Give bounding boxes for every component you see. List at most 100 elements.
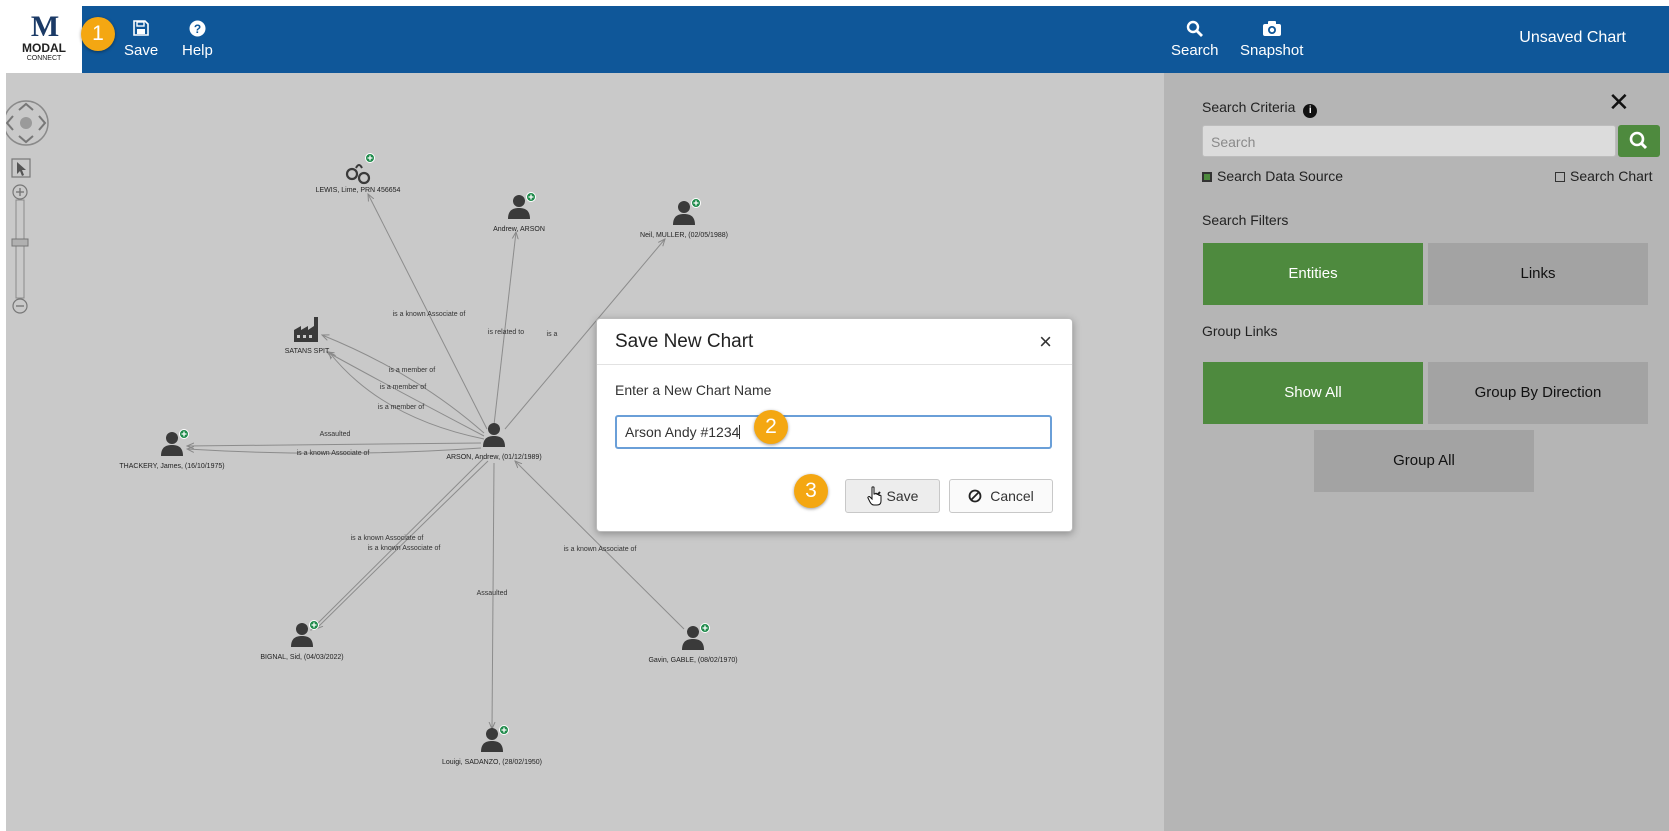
node-label: ARSON, Andrew, (01/12/1989) <box>446 454 541 461</box>
link-label: is a member of <box>389 367 435 374</box>
search-chart-label: Search Chart <box>1570 168 1653 184</box>
expand-plus-icon[interactable] <box>309 620 319 630</box>
search-toolbar-label: Search <box>1171 42 1219 59</box>
link-label: is a known Associate of <box>351 535 424 542</box>
search-toolbar-button[interactable]: Search <box>1171 20 1219 59</box>
node-andrew[interactable]: Andrew, ARSON <box>493 192 545 234</box>
link-label: is a <box>547 331 558 338</box>
snapshot-label: Snapshot <box>1240 42 1304 59</box>
search-icon <box>1629 131 1648 150</box>
expand-plus-icon[interactable] <box>365 153 375 163</box>
node-label: Neil, MULLER, (02/05/1988) <box>640 232 728 239</box>
link-label: is a member of <box>380 384 426 391</box>
zoom-out-button[interactable] <box>12 298 28 314</box>
dialog-divider <box>597 364 1072 365</box>
dialog-title: Save New Chart <box>615 331 754 352</box>
search-chart-option[interactable]: Search Chart <box>1555 168 1652 184</box>
link-label: is a known Associate of <box>368 545 441 552</box>
node-label: LEWIS, Lime, PRN 456654 <box>316 187 401 194</box>
expand-plus-icon[interactable] <box>526 192 536 202</box>
help-button[interactable]: ? Help <box>182 20 213 59</box>
node-louigi[interactable]: Louigi, SADANZO, (28/02/1950) <box>442 725 542 767</box>
node-arson[interactable]: ARSON, Andrew, (01/12/1989) <box>446 423 542 461</box>
node-label: Gavin, GABLE, (08/02/1970) <box>648 657 737 664</box>
link-label: is a known Associate of <box>297 450 370 457</box>
link-arson-thackery[interactable] <box>187 443 482 446</box>
link-arson-bignal[interactable] <box>311 457 485 630</box>
save-toolbar-button[interactable]: Save <box>124 20 158 59</box>
link-label: is related to <box>488 329 524 336</box>
search-criteria-label: Search Criteria <box>1202 99 1296 115</box>
modal-connect-logo: M MODAL CONNECT <box>6 6 82 73</box>
group-links-label: Group Links <box>1202 323 1278 339</box>
ban-icon <box>968 482 982 514</box>
select-tool-button[interactable] <box>11 158 31 178</box>
camera-icon <box>1240 20 1303 42</box>
node-bignal[interactable]: BIGNAL, Sid, (04/03/2022) <box>260 620 344 662</box>
group-all-button[interactable]: Group All <box>1314 430 1534 492</box>
expand-plus-icon[interactable] <box>179 429 189 439</box>
search-criteria-heading: Search Criteria i <box>1202 99 1318 118</box>
search-submit-button[interactable] <box>1618 125 1660 157</box>
expand-plus-icon[interactable] <box>700 623 710 633</box>
expand-plus-icon[interactable] <box>499 725 509 735</box>
expand-plus-icon[interactable] <box>691 198 701 208</box>
hand-pointer-icon <box>867 486 883 511</box>
floppy-disk-icon <box>124 20 158 42</box>
node-label: SATANS SPIT <box>285 348 330 355</box>
close-panel-icon[interactable]: ✕ <box>1608 89 1630 115</box>
entities-filter-button[interactable]: Entities <box>1203 243 1423 305</box>
handcuffs-icon <box>345 164 371 185</box>
chart-name-label: Enter a New Chart Name <box>615 382 772 398</box>
snapshot-button[interactable]: Snapshot <box>1240 20 1303 59</box>
node-label: Louigi, SADANZO, (28/02/1950) <box>442 759 542 766</box>
search-data-source-checkbox[interactable] <box>1202 172 1212 182</box>
step-badge-3: 3 <box>794 474 828 508</box>
search-panel: Search Criteria i ✕ Search Search Data S… <box>1164 73 1669 831</box>
text-cursor <box>739 425 741 439</box>
app-window: M MODAL CONNECT 1 Save ? Help Search Sna… <box>6 6 1669 831</box>
chart-name-input[interactable]: Arson Andy #1234 <box>615 415 1052 449</box>
node-lewis[interactable]: LEWIS, Lime, PRN 456654 <box>316 153 401 195</box>
logo-mark: M <box>30 10 59 43</box>
link-label: is a known Associate of <box>393 311 466 318</box>
chart-name-value: Arson Andy #1234 <box>625 424 740 440</box>
dialog-cancel-button[interactable]: Cancel <box>949 479 1053 513</box>
zoom-slider-track[interactable] <box>15 199 25 299</box>
dialog-save-button[interactable]: Save <box>845 479 940 513</box>
factory-icon <box>294 317 318 342</box>
logo-line-2: CONNECT <box>26 55 62 62</box>
show-all-button[interactable]: Show All <box>1203 362 1423 424</box>
links-filter-button[interactable]: Links <box>1428 243 1648 305</box>
question-circle-icon: ? <box>182 20 213 42</box>
link-label: is a member of <box>378 404 424 411</box>
node-gavin[interactable]: Gavin, GABLE, (08/02/1970) <box>648 623 738 665</box>
group-by-direction-button[interactable]: Group By Direction <box>1428 362 1648 424</box>
chart-title: Unsaved Chart <box>1519 29 1626 46</box>
search-data-source-option[interactable]: Search Data Source <box>1202 168 1343 184</box>
zoom-control <box>6 96 52 331</box>
help-label: Help <box>182 42 213 59</box>
node-label: Andrew, ARSON <box>493 226 545 233</box>
info-icon[interactable]: i <box>1303 104 1318 118</box>
dialog-close-icon[interactable]: × <box>1039 329 1052 355</box>
zoom-slider-handle[interactable] <box>11 238 29 247</box>
link-label: Assaulted <box>320 431 351 438</box>
search-filters-label: Search Filters <box>1202 212 1289 228</box>
step-badge-2: 2 <box>754 410 788 444</box>
search-input[interactable]: Search <box>1202 125 1616 157</box>
link-arson-satans[interactable] <box>327 352 485 437</box>
node-neil[interactable]: Neil, MULLER, (02/05/1988) <box>640 198 728 240</box>
logo-line-1: MODAL <box>22 41 66 55</box>
zoom-in-button[interactable] <box>12 184 28 200</box>
search-icon <box>1171 20 1219 42</box>
pan-control[interactable] <box>6 100 49 146</box>
link-label: Assaulted <box>477 590 508 597</box>
search-data-source-label: Search Data Source <box>1217 168 1344 184</box>
search-chart-checkbox[interactable] <box>1555 172 1565 182</box>
save-toolbar-label: Save <box>124 42 159 59</box>
top-toolbar: M MODAL CONNECT 1 Save ? Help Search Sna… <box>6 6 1669 73</box>
save-chart-dialog: Save New Chart × Enter a New Chart Name … <box>596 318 1073 532</box>
step-badge-1: 1 <box>81 17 115 51</box>
link-label: is a known Associate of <box>564 546 637 553</box>
